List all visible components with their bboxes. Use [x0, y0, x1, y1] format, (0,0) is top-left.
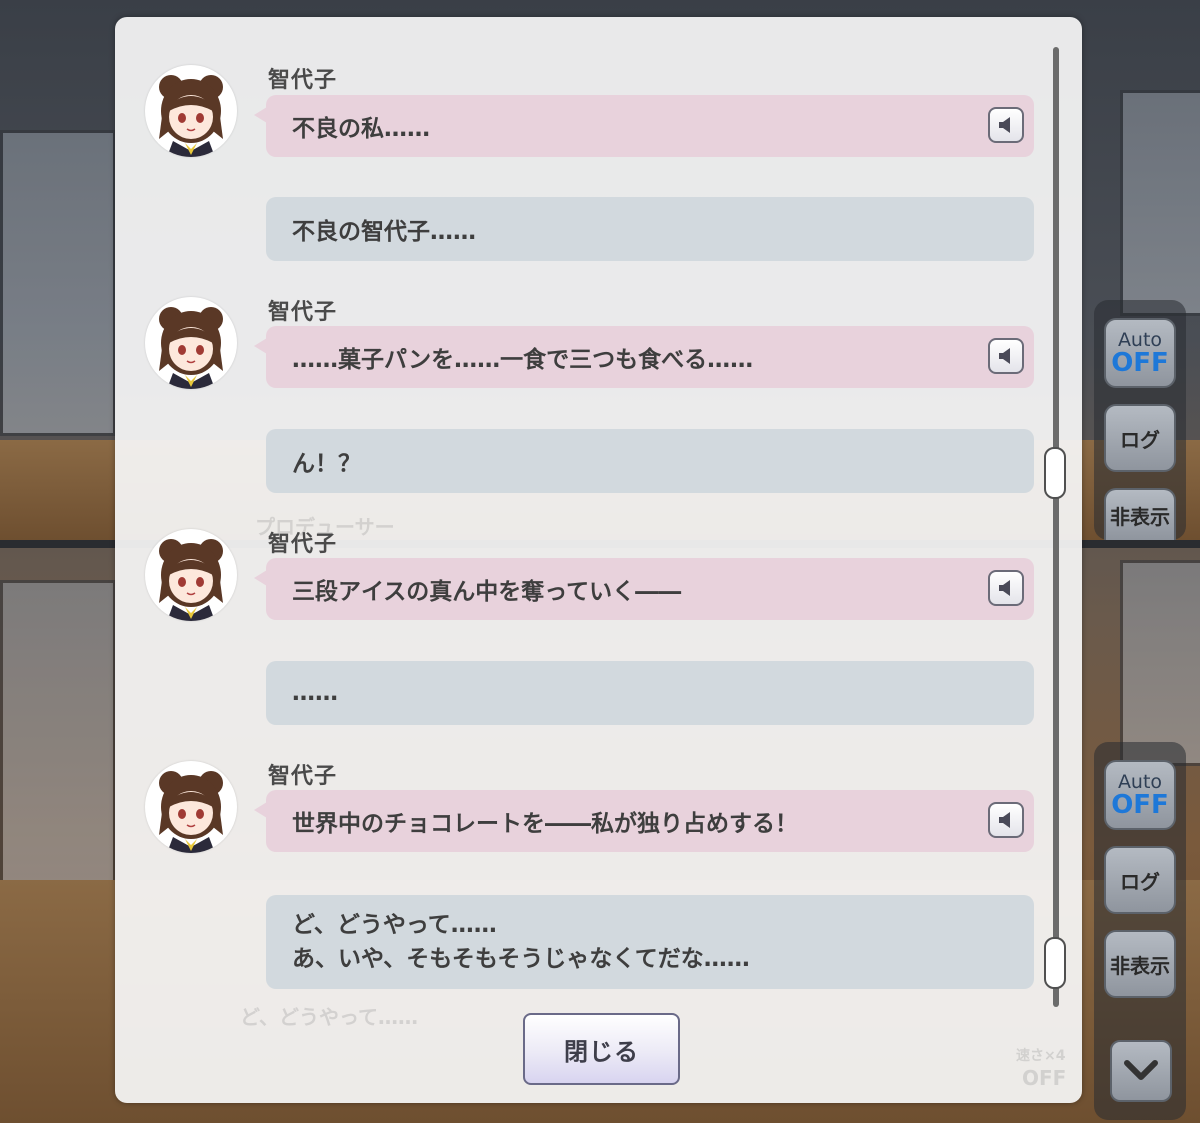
- character-avatar: [145, 65, 237, 157]
- speaker-icon: [999, 348, 1010, 364]
- chiyoko-portrait-icon: [159, 539, 223, 621]
- voice-replay-button[interactable]: [988, 570, 1024, 606]
- message-text-line-2: あ、いや、そもそもそうじゃなくてだな……: [292, 946, 750, 972]
- speaker-name: 智代子: [268, 532, 338, 557]
- character-avatar: [145, 761, 237, 853]
- scrollbar-thumb[interactable]: [1044, 447, 1066, 499]
- close-button[interactable]: 閉じる: [523, 1013, 680, 1085]
- log-label: ログ: [1120, 869, 1160, 894]
- faint-dialogue-line: ど、どうやって……: [240, 1005, 418, 1029]
- faint-speed-label: 速さ×4: [1016, 1048, 1066, 1064]
- message-log-dialog: プロデューサー ど、どうやって…… 智代子 不良の私…… 不良の智代子…… 智代…: [115, 17, 1082, 1103]
- auto-state: OFF: [1111, 348, 1169, 378]
- log-button[interactable]: ログ: [1104, 846, 1176, 914]
- message-text: ……菓子パンを……一食で三つも食べる……: [292, 347, 754, 373]
- npc-message-bubble: ……菓子パンを……一食で三つも食べる……: [254, 326, 1034, 388]
- speaker-icon: [999, 812, 1010, 828]
- speaker-name: 智代子: [268, 68, 338, 93]
- scrollbar-track[interactable]: [1053, 47, 1059, 1007]
- character-avatar: [145, 529, 237, 621]
- speaker-icon: [999, 580, 1010, 596]
- speaker-name: 智代子: [268, 764, 338, 789]
- npc-message-bubble: 不良の私……: [254, 95, 1034, 157]
- message-text: 不良の智代子……: [292, 219, 476, 245]
- message-text: 三段アイスの真ん中を奪っていく――: [292, 579, 682, 605]
- player-message-bubble: ん！？: [266, 429, 1034, 493]
- message-text: ん！？: [292, 451, 361, 477]
- background-window-right: [1120, 90, 1200, 316]
- message-text: 世界中のチョコレートを――私が独り占めする！: [292, 811, 798, 837]
- npc-message-bubble: 三段アイスの真ん中を奪っていく――: [254, 558, 1034, 620]
- auto-toggle-button[interactable]: Auto OFF: [1104, 760, 1176, 830]
- background-window-left-lower: [0, 580, 116, 886]
- chiyoko-portrait-icon: [159, 771, 223, 853]
- speaker-name: 智代子: [268, 300, 338, 325]
- player-message-bubble: ……: [266, 661, 1034, 725]
- character-avatar: [145, 297, 237, 389]
- log-label: ログ: [1120, 427, 1160, 452]
- hide-button[interactable]: 非表示: [1104, 488, 1176, 540]
- hide-label: 非表示: [1110, 504, 1170, 529]
- message-text: 不良の私……: [292, 116, 430, 142]
- chevron-down-icon: [1124, 1060, 1158, 1080]
- background-window-left: [0, 130, 116, 436]
- chiyoko-portrait-icon: [159, 307, 223, 389]
- chiyoko-portrait-icon: [159, 75, 223, 157]
- message-text: ……: [292, 680, 338, 706]
- background-window-right-lower: [1120, 560, 1200, 766]
- hide-button[interactable]: 非表示: [1104, 930, 1176, 998]
- auto-toggle-button[interactable]: Auto OFF: [1104, 318, 1176, 388]
- voice-replay-button[interactable]: [988, 107, 1024, 143]
- player-message-bubble: ど、どうやって…… あ、いや、そもそもそうじゃなくてだな……: [266, 895, 1034, 989]
- message-text-line-1: ど、どうやって……: [292, 912, 497, 938]
- scrollbar-end-cap: [1044, 937, 1066, 989]
- auto-label: Auto: [1117, 329, 1163, 351]
- advance-button[interactable]: [1110, 1040, 1172, 1102]
- player-message-bubble: 不良の智代子……: [266, 197, 1034, 261]
- hide-label: 非表示: [1110, 953, 1170, 978]
- auto-label: Auto: [1117, 771, 1163, 793]
- game-scene: プロデューサー ど、どうやって…… 智代子 不良の私…… 不良の智代子…… 智代…: [0, 0, 1200, 1123]
- faint-speed-state: OFF: [1022, 1066, 1067, 1090]
- log-button[interactable]: ログ: [1104, 404, 1176, 472]
- voice-replay-button[interactable]: [988, 338, 1024, 374]
- npc-message-bubble: 世界中のチョコレートを――私が独り占めする！: [254, 790, 1034, 852]
- voice-replay-button[interactable]: [988, 802, 1024, 838]
- auto-state: OFF: [1111, 790, 1169, 820]
- speaker-icon: [999, 117, 1010, 133]
